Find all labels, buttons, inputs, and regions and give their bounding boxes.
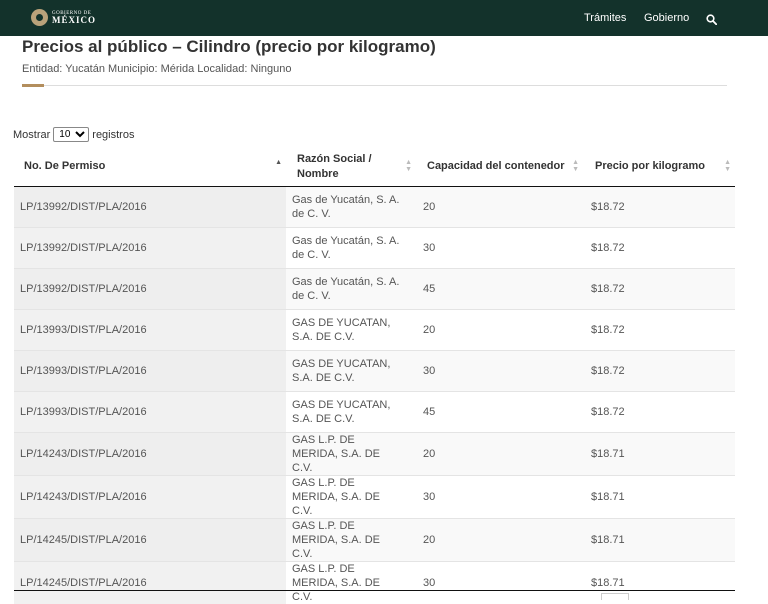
cell-razon-social: Gas de Yucatán, S. A. de C. V. <box>286 269 416 310</box>
cell-permiso: LP/13993/DIST/PLA/2016 <box>14 392 286 433</box>
cell-razon-social: Gas de Yucatán, S. A. de C. V. <box>286 187 416 228</box>
cell-razon-social: GAS L.P. DE MERIDA, S.A. DE C.V. <box>286 433 416 476</box>
table-row: LP/13993/DIST/PLA/2016GAS DE YUCATAN, S.… <box>14 310 735 351</box>
col-header-precio[interactable]: Precio por kilogramo ▲▼ <box>583 147 735 187</box>
table-row: LP/14245/DIST/PLA/2016GAS L.P. DE MERIDA… <box>14 519 735 562</box>
cell-capacidad: 20 <box>416 433 583 476</box>
col-header-label: Razón Social / Nombre <box>297 153 372 180</box>
cell-precio: $18.72 <box>583 392 735 433</box>
cell-permiso: LP/14245/DIST/PLA/2016 <box>14 562 286 604</box>
cell-capacidad: 30 <box>416 228 583 269</box>
cell-razon-social: Gas de Yucatán, S. A. de C. V. <box>286 228 416 269</box>
cell-precio: $18.71 <box>583 476 735 519</box>
cell-razon-social: GAS DE YUCATAN, S.A. DE C.V. <box>286 392 416 433</box>
cell-permiso: LP/13993/DIST/PLA/2016 <box>14 310 286 351</box>
page-length-select[interactable]: 10 <box>53 127 89 142</box>
cell-razon-social: GAS L.P. DE MERIDA, S.A. DE C.V. <box>286 562 416 604</box>
cell-precio: $18.72 <box>583 187 735 228</box>
col-header-razon-social[interactable]: Razón Social / Nombre ▲▼ <box>286 147 416 187</box>
col-header-label: No. De Permiso <box>24 160 105 172</box>
nav-tramites[interactable]: Trámites <box>584 12 626 24</box>
cell-razon-social: GAS DE YUCATAN, S.A. DE C.V. <box>286 351 416 392</box>
gobierno-logo[interactable]: GOBIERNO DE MÉXICO <box>31 9 96 26</box>
length-suffix: registros <box>92 129 134 141</box>
cell-precio: $18.72 <box>583 228 735 269</box>
search-icon[interactable] <box>706 12 717 30</box>
cell-capacidad: 30 <box>416 351 583 392</box>
cell-precio: $18.71 <box>583 519 735 562</box>
page-title: Precios al público – Cilindro (precio po… <box>22 37 436 57</box>
cell-capacidad: 30 <box>416 476 583 519</box>
cell-permiso: LP/13992/DIST/PLA/2016 <box>14 187 286 228</box>
cell-capacidad: 20 <box>416 519 583 562</box>
nav-gobierno[interactable]: Gobierno <box>644 12 689 24</box>
length-prefix: Mostrar <box>13 129 50 141</box>
cell-capacidad: 30 <box>416 562 583 604</box>
cell-permiso: LP/14243/DIST/PLA/2016 <box>14 476 286 519</box>
top-navbar: GOBIERNO DE MÉXICO Trámites Gobierno <box>0 0 768 36</box>
cell-capacidad: 45 <box>416 269 583 310</box>
cell-precio: $18.71 <box>583 433 735 476</box>
cell-permiso: LP/13993/DIST/PLA/2016 <box>14 351 286 392</box>
col-header-capacidad[interactable]: Capacidad del contenedor ▲▼ <box>416 147 583 187</box>
cell-precio: $18.72 <box>583 351 735 392</box>
cell-permiso: LP/14243/DIST/PLA/2016 <box>14 433 286 476</box>
page-length-control: Mostrar 10 registros <box>13 127 134 142</box>
cell-razon-social: GAS L.P. DE MERIDA, S.A. DE C.V. <box>286 476 416 519</box>
cell-permiso: LP/14245/DIST/PLA/2016 <box>14 519 286 562</box>
table-row: LP/13993/DIST/PLA/2016GAS DE YUCATAN, S.… <box>14 392 735 433</box>
sort-asc-icon: ▲ <box>275 159 282 166</box>
sort-both-icon: ▲▼ <box>405 159 412 173</box>
cell-permiso: LP/13992/DIST/PLA/2016 <box>14 228 286 269</box>
cell-precio: $18.72 <box>583 310 735 351</box>
title-divider <box>22 85 727 86</box>
seal-icon <box>31 9 48 26</box>
cell-capacidad: 20 <box>416 187 583 228</box>
cell-razon-social: GAS L.P. DE MERIDA, S.A. DE C.V. <box>286 519 416 562</box>
cell-razon-social: GAS DE YUCATAN, S.A. DE C.V. <box>286 310 416 351</box>
table-row: LP/13992/DIST/PLA/2016Gas de Yucatán, S.… <box>14 269 735 310</box>
table-row: LP/14243/DIST/PLA/2016GAS L.P. DE MERIDA… <box>14 476 735 519</box>
cell-permiso: LP/13992/DIST/PLA/2016 <box>14 269 286 310</box>
table-body: LP/13992/DIST/PLA/2016Gas de Yucatán, S.… <box>14 187 735 604</box>
table-row: LP/13993/DIST/PLA/2016GAS DE YUCATAN, S.… <box>14 351 735 392</box>
table-header-row: No. De Permiso ▲ Razón Social / Nombre ▲… <box>14 147 735 187</box>
table-bottom-border <box>14 590 735 591</box>
logo-bottom-text: MÉXICO <box>52 16 96 25</box>
cell-capacidad: 45 <box>416 392 583 433</box>
cell-capacidad: 20 <box>416 310 583 351</box>
logo-wordmark: GOBIERNO DE MÉXICO <box>52 11 96 25</box>
sort-both-icon: ▲▼ <box>724 159 731 173</box>
col-header-permiso[interactable]: No. De Permiso ▲ <box>14 147 286 187</box>
table-row: LP/13992/DIST/PLA/2016Gas de Yucatán, S.… <box>14 187 735 228</box>
col-header-label: Capacidad del contenedor <box>427 160 565 172</box>
location-subtitle: Entidad: Yucatán Municipio: Mérida Local… <box>22 63 291 75</box>
table-row: LP/14243/DIST/PLA/2016GAS L.P. DE MERIDA… <box>14 433 735 476</box>
col-header-label: Precio por kilogramo <box>595 160 705 172</box>
cell-precio: $18.72 <box>583 269 735 310</box>
prices-table: No. De Permiso ▲ Razón Social / Nombre ▲… <box>14 147 735 604</box>
title-accent-bar <box>22 84 44 87</box>
table-row: LP/13992/DIST/PLA/2016Gas de Yucatán, S.… <box>14 228 735 269</box>
sort-both-icon: ▲▼ <box>572 159 579 173</box>
